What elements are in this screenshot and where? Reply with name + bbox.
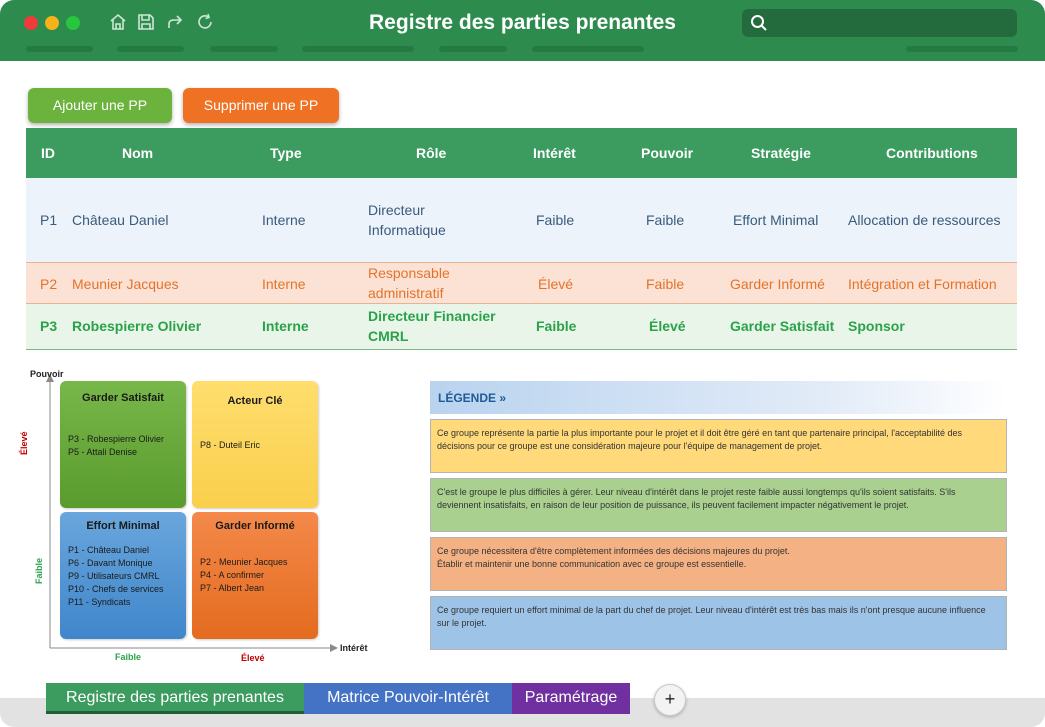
power-interest-matrix: Pouvoir Intérêt Élevé Faible Faible Élev…	[0, 360, 400, 670]
quadrant-garder-satisfait: Garder Satisfait P3 - Robespierre Olivie…	[60, 381, 186, 508]
cell-contributions: Sponsor	[848, 316, 905, 336]
table-header: ID Nom Type Rôle Intérêt Pouvoir Stratég…	[26, 128, 1017, 178]
column-header-role[interactable]: Rôle	[416, 145, 446, 161]
column-header-nom[interactable]: Nom	[122, 145, 153, 161]
quadrant-title: Garder Informé	[192, 520, 318, 532]
add-sheet-button[interactable]: +	[654, 684, 686, 716]
quadrant-title: Acteur Clé	[192, 395, 318, 407]
table-row[interactable]: P3 Robespierre Olivier Interne Directeur…	[26, 304, 1017, 350]
cell-type: Interne	[262, 316, 309, 336]
cell-interet: Faible	[536, 316, 576, 336]
table-row[interactable]: P1 Château Daniel Interne Directeur Info…	[26, 178, 1017, 262]
cell-role: CMRL	[368, 326, 408, 346]
cell-id: P2	[40, 274, 57, 294]
title-bar: Registre des parties prenantes	[0, 0, 1045, 61]
column-header-interet[interactable]: Intérêt	[533, 145, 576, 161]
table-row[interactable]: P2 Meunier Jacques Interne Responsable a…	[26, 262, 1017, 304]
search-input[interactable]	[742, 9, 1017, 37]
legend-entry-garder-satisfait: C'est le groupe le plus difficiles à gér…	[430, 478, 1007, 532]
cell-nom: Meunier Jacques	[72, 274, 179, 294]
cell-id: P3	[40, 316, 57, 336]
quadrant-item: P5 - Attali Denise	[68, 446, 164, 459]
cell-strategie: Garder Informé	[730, 274, 825, 294]
quadrant-item: P4 - A confirmer	[200, 569, 288, 582]
quadrant-item: P11 - Syndicats	[68, 596, 164, 609]
cell-strategie: Effort Minimal	[733, 210, 818, 230]
legend-title: LÉGENDE »	[438, 391, 506, 405]
search-icon	[750, 14, 768, 32]
column-header-contributions[interactable]: Contributions	[886, 145, 978, 161]
column-header-pouvoir[interactable]: Pouvoir	[641, 145, 693, 161]
quadrant-item: P6 - Davant Monique	[68, 557, 164, 570]
cell-nom: Robespierre Olivier	[72, 316, 201, 336]
y-axis-high-label: Élevé	[19, 431, 29, 455]
quadrant-item: P9 - Utilisateurs CMRL	[68, 570, 164, 583]
y-axis-low-label: Faible	[34, 558, 44, 584]
legend-entry-effort-minimal: Ce groupe requiert un effort minimal de …	[430, 596, 1007, 650]
legend-text: Ce groupe requiert un effort minimal de …	[437, 604, 1000, 630]
quadrant-garder-informe: Garder Informé P2 - Meunier Jacques P4 -…	[192, 512, 318, 639]
add-stakeholder-button[interactable]: Ajouter une PP	[28, 88, 172, 123]
quadrant-item: P10 - Chefs de services	[68, 583, 164, 596]
x-axis-high-label: Élevé	[241, 653, 265, 663]
quadrant-title: Effort Minimal	[60, 520, 186, 532]
cell-role: Directeur	[368, 200, 425, 220]
cell-pouvoir: Faible	[646, 274, 684, 294]
toolbar-placeholder	[302, 46, 414, 52]
legend-header: LÉGENDE »	[430, 381, 1006, 414]
y-axis-label: Pouvoir	[30, 369, 64, 379]
cell-role: Directeur Financier	[368, 306, 496, 326]
column-header-type[interactable]: Type	[270, 145, 302, 161]
cell-contributions: Allocation de ressources	[848, 210, 1001, 230]
cell-pouvoir: Élevé	[649, 316, 686, 336]
app-window: Registre des parties prenantes Ajouter u…	[0, 0, 1045, 727]
column-header-id[interactable]: ID	[41, 145, 55, 161]
x-axis-low-label: Faible	[115, 652, 141, 662]
x-axis-label: Intérêt	[340, 643, 368, 653]
cell-type: Interne	[262, 274, 306, 294]
tab-parametrage[interactable]: Paramétrage	[512, 683, 630, 714]
column-header-strategie[interactable]: Stratégie	[751, 145, 811, 161]
quadrant-effort-minimal: Effort Minimal P1 - Château Daniel P6 - …	[60, 512, 186, 639]
cell-role: Informatique	[368, 220, 446, 240]
legend-text: Ce groupe nécessitera d'être complètemen…	[437, 545, 1000, 558]
legend-text: Ce groupe représente la partie la plus i…	[437, 427, 1000, 453]
quadrant-item: P3 - Robespierre Olivier	[68, 433, 164, 446]
quadrant-item: P1 - Château Daniel	[68, 544, 164, 557]
cell-nom: Château Daniel	[72, 210, 169, 230]
delete-stakeholder-button[interactable]: Supprimer une PP	[183, 88, 339, 123]
cell-role: Responsable	[368, 263, 450, 283]
toolbar-placeholder	[26, 46, 93, 52]
cell-interet: Élevé	[538, 274, 573, 294]
cell-role: administratif	[368, 283, 443, 303]
quadrant-item: P7 - Albert Jean	[200, 582, 288, 595]
legend-text: C'est le groupe le plus difficiles à gér…	[437, 486, 1000, 512]
quadrant-title: Garder Satisfait	[60, 392, 186, 404]
legend-entry-acteur-cle: Ce groupe représente la partie la plus i…	[430, 419, 1007, 473]
toolbar-placeholder	[117, 46, 184, 52]
cell-pouvoir: Faible	[646, 210, 684, 230]
quadrant-item: P8 - Duteil Eric	[200, 439, 260, 452]
legend-entry-garder-informe: Ce groupe nécessitera d'être complètemen…	[430, 537, 1007, 591]
quadrant-acteur-cle: Acteur Clé P8 - Duteil Eric	[192, 381, 318, 508]
legend-text: Établir et maintenir une bonne communica…	[437, 558, 1000, 571]
toolbar-placeholder	[906, 46, 1018, 52]
cell-id: P1	[40, 210, 57, 230]
cell-strategie: Garder Satisfait	[730, 316, 834, 336]
toolbar-placeholder	[532, 46, 644, 52]
tab-registre[interactable]: Registre des parties prenantes	[46, 683, 304, 714]
toolbar-placeholder	[439, 46, 507, 52]
quadrant-item: P2 - Meunier Jacques	[200, 556, 288, 569]
tab-matrice[interactable]: Matrice Pouvoir-Intérêt	[304, 683, 512, 714]
toolbar-placeholder	[210, 46, 278, 52]
cell-interet: Faible	[536, 210, 574, 230]
cell-type: Interne	[262, 210, 306, 230]
cell-contributions: Intégration et Formation	[848, 274, 997, 294]
